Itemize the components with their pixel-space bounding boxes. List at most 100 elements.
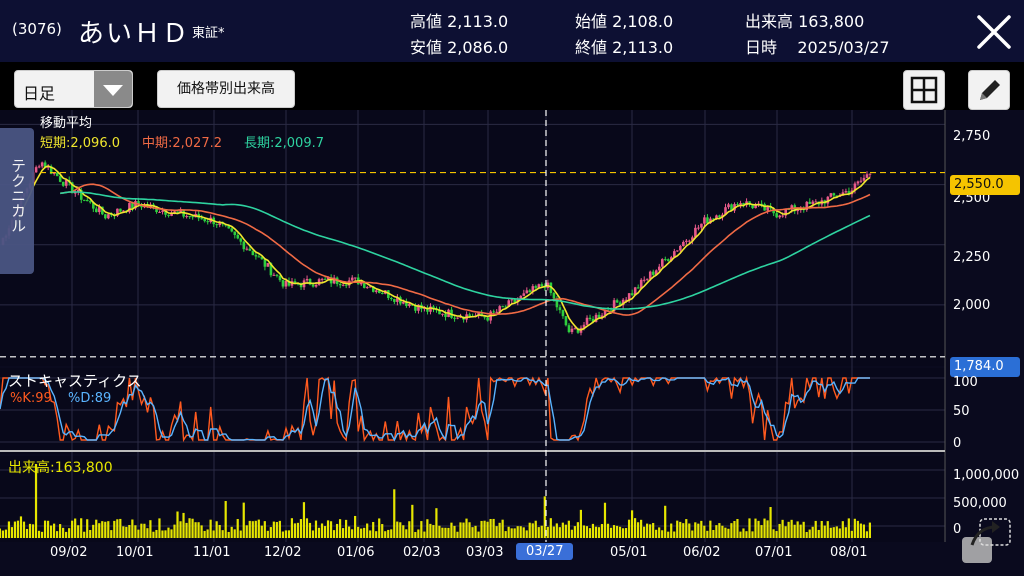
volume-bar [865,531,868,538]
candle-body [513,299,517,303]
volume-bar [597,527,601,538]
candle-body [808,201,812,204]
volume-bar [655,529,658,538]
candle-body [763,204,766,211]
volume-bar [254,520,257,538]
volume-bar [703,525,706,538]
technical-side-tab[interactable]: テクニカル [0,128,34,274]
candle-body [552,292,556,299]
volume-by-price-button[interactable]: 価格帯別出来高 [157,70,295,108]
volume-bar [438,525,441,538]
candle-body [215,224,219,226]
candle-body [284,280,288,287]
volume-bar [149,520,152,538]
volume-bar [221,530,224,538]
drawing-edit-button[interactable] [968,70,1010,110]
layout-grid-button[interactable] [903,70,945,110]
candle-body [676,250,679,252]
volume-bar [492,518,495,538]
volume-bar [772,529,775,538]
price-tick: 2,000 [953,298,991,313]
x-axis-label: 05/01 [610,545,648,560]
candle-body [697,227,700,229]
volume-bar [366,523,369,538]
candle-body [525,290,529,294]
volume-bar [462,522,465,538]
share-icon[interactable] [960,515,1012,567]
volume-bar [408,521,411,538]
volume-bar [465,518,468,538]
volume-bar [227,531,230,538]
volume-bar [363,527,366,538]
volume-bar [498,522,501,538]
candle-body [248,248,252,251]
candle-body [242,241,246,250]
current-price-badge: 2,550.0 [950,175,1020,195]
candle-body [61,181,65,186]
volume-bar [489,518,492,538]
volume-bar [769,507,772,538]
volume-bar [305,518,309,538]
volume-bar [480,520,483,538]
volume-bar [62,527,65,538]
volume-bar [862,524,865,538]
volume-bar [676,520,679,538]
volume-bar [182,512,185,538]
volume-bar [624,528,628,538]
volume-bar [28,523,32,538]
candle-body [778,215,781,218]
volume-bar [25,528,29,538]
candle-body [341,284,345,286]
volume-bar [203,530,206,538]
volume-bar [612,525,616,538]
stoch-d-label: %D:89 [68,391,112,406]
volume-bar [263,521,266,538]
volume-bar [146,528,149,538]
candle-body [314,284,318,287]
volume-bar [378,518,381,538]
x-axis-label: 09/02 [50,545,88,560]
candle-body [266,263,270,267]
volume-bar [266,530,269,538]
candle-body [567,325,571,333]
volume-bar [528,522,531,538]
candle-body [311,284,315,287]
candle-body [486,317,489,321]
candle-body [58,176,62,182]
volume-bar [778,523,781,538]
candle-body [501,306,505,308]
candle-body [865,174,869,178]
volume-bar [796,521,799,538]
volume-bar [215,521,218,538]
candle-body [338,283,342,286]
candle-body [233,231,237,235]
volume-bar [829,527,832,538]
candle-body [344,284,348,286]
volume-bar [474,525,477,538]
volume-bar [658,527,661,538]
volume-bar [341,528,345,538]
candle-body [859,180,863,182]
quote-close: 終値 2,113.0 [575,38,674,57]
volume-bar [197,522,200,538]
x-axis-label: 10/01 [116,545,154,560]
volume-bar [107,521,110,538]
period-label: 日足 [23,84,56,103]
volume-bar [450,522,453,538]
volume-bar [98,523,101,538]
toolbar [0,62,1024,110]
volume-bar [570,529,573,538]
volume-bar [579,509,583,538]
volume-bar [823,525,826,538]
stock-code: (3076) [12,20,62,38]
candle-body [236,234,240,239]
volume-bar [664,505,667,538]
volume-bar [567,520,570,538]
close-icon[interactable] [974,12,1014,52]
candle-body [495,311,499,313]
volume-bar [588,528,592,538]
chart-area[interactable] [0,110,1024,576]
volume-bar [667,531,670,538]
period-select[interactable]: 日足 [14,70,133,108]
candle-body [381,293,384,295]
